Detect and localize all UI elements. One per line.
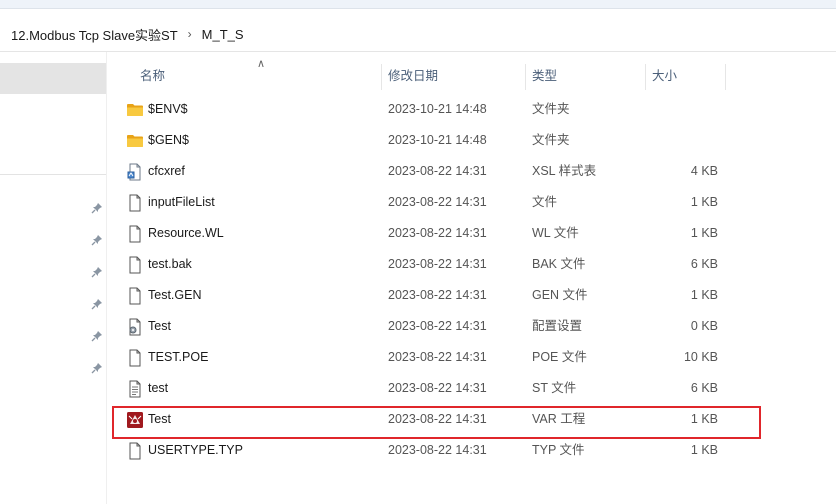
text-file-icon bbox=[126, 380, 144, 398]
highlight-box bbox=[112, 406, 761, 439]
file-row[interactable]: Test.GEN 2023-08-22 14:31 GEN 文件 1 KB bbox=[110, 280, 760, 311]
breadcrumb-separator[interactable]: › bbox=[188, 27, 192, 41]
column-header: ∧ 名称 修改日期 类型 大小 bbox=[110, 58, 836, 91]
file-row[interactable]: TEST.POE 2023-08-22 14:31 POE 文件 10 KB bbox=[110, 342, 760, 373]
file-icon bbox=[126, 442, 144, 460]
file-type: WL 文件 bbox=[532, 226, 579, 240]
file-date: 2023-08-22 14:31 bbox=[388, 381, 487, 395]
file-size: 1 KB bbox=[690, 226, 718, 240]
file-name: inputFileList bbox=[148, 195, 215, 209]
file-type: 文件 bbox=[532, 195, 558, 209]
file-name: Test bbox=[148, 319, 171, 333]
xsl-file-icon bbox=[126, 163, 144, 181]
file-date: 2023-08-22 14:31 bbox=[388, 226, 487, 240]
navigation-pane bbox=[0, 52, 107, 504]
file-size: 6 KB bbox=[690, 257, 718, 271]
pin-icon[interactable] bbox=[90, 233, 104, 247]
column-divider[interactable] bbox=[645, 64, 646, 90]
column-divider[interactable] bbox=[725, 64, 726, 90]
column-header-type[interactable]: 类型 bbox=[532, 61, 557, 91]
file-name: Resource.WL bbox=[148, 226, 224, 240]
folder-icon bbox=[126, 101, 144, 119]
file-type: XSL 样式表 bbox=[532, 164, 597, 178]
file-size: 4 KB bbox=[690, 164, 718, 178]
pin-icon[interactable] bbox=[90, 201, 104, 215]
file-row[interactable]: USERTYPE.TYP 2023-08-22 14:31 TYP 文件 1 K… bbox=[110, 435, 760, 466]
file-type: 文件夹 bbox=[532, 133, 570, 147]
pin-icon[interactable] bbox=[90, 329, 104, 343]
file-row[interactable]: Resource.WL 2023-08-22 14:31 WL 文件 1 KB bbox=[110, 218, 760, 249]
file-size: 1 KB bbox=[690, 288, 718, 302]
breadcrumb-item-current[interactable]: M_T_S bbox=[202, 27, 244, 42]
file-row[interactable]: $GEN$ 2023-10-21 14:48 文件夹 bbox=[110, 125, 760, 156]
window-top-strip bbox=[0, 0, 836, 9]
file-date: 2023-08-22 14:31 bbox=[388, 350, 487, 364]
file-row[interactable]: test.bak 2023-08-22 14:31 BAK 文件 6 KB bbox=[110, 249, 760, 280]
file-name: test.bak bbox=[148, 257, 192, 271]
file-date: 2023-08-22 14:31 bbox=[388, 319, 487, 333]
file-date: 2023-08-22 14:31 bbox=[388, 164, 487, 178]
pin-icon[interactable] bbox=[90, 361, 104, 375]
file-row[interactable]: test 2023-08-22 14:31 ST 文件 6 KB bbox=[110, 373, 760, 404]
file-icon bbox=[126, 349, 144, 367]
file-date: 2023-08-22 14:31 bbox=[388, 257, 487, 271]
settings-file-icon bbox=[126, 318, 144, 336]
file-date: 2023-08-22 14:31 bbox=[388, 288, 487, 302]
file-row[interactable]: Test 2023-08-22 14:31 配置设置 0 KB bbox=[110, 311, 760, 342]
file-size: 1 KB bbox=[690, 443, 718, 457]
column-divider[interactable] bbox=[381, 64, 382, 90]
file-row[interactable]: inputFileList 2023-08-22 14:31 文件 1 KB bbox=[110, 187, 760, 218]
file-icon bbox=[126, 194, 144, 212]
file-type: GEN 文件 bbox=[532, 288, 588, 302]
file-icon bbox=[126, 287, 144, 305]
pin-icon[interactable] bbox=[90, 297, 104, 311]
file-name: cfcxref bbox=[148, 164, 185, 178]
column-header-date[interactable]: 修改日期 bbox=[388, 61, 438, 91]
file-type: ST 文件 bbox=[532, 381, 577, 395]
sort-ascending-icon: ∧ bbox=[257, 58, 266, 70]
file-date: 2023-10-21 14:48 bbox=[388, 102, 487, 116]
file-type: BAK 文件 bbox=[532, 257, 586, 271]
file-type: 配置设置 bbox=[532, 319, 583, 333]
file-icon bbox=[126, 256, 144, 274]
file-name: TEST.POE bbox=[148, 350, 209, 364]
file-date: 2023-08-22 14:31 bbox=[388, 443, 487, 457]
file-size: 10 KB bbox=[683, 350, 718, 364]
column-divider[interactable] bbox=[525, 64, 526, 90]
file-type: POE 文件 bbox=[532, 350, 587, 364]
file-row[interactable]: cfcxref 2023-08-22 14:31 XSL 样式表 4 KB bbox=[110, 156, 760, 187]
breadcrumb: 12.Modbus Tcp Slave实验ST › M_T_S bbox=[0, 17, 836, 52]
file-size: 6 KB bbox=[690, 381, 718, 395]
file-icon bbox=[126, 225, 144, 243]
file-type: 文件夹 bbox=[532, 102, 570, 116]
folder-icon bbox=[126, 132, 144, 150]
file-name: $ENV$ bbox=[148, 102, 188, 116]
file-type: TYP 文件 bbox=[532, 443, 585, 457]
sidebar-selected-item[interactable] bbox=[0, 63, 106, 94]
pin-icon[interactable] bbox=[90, 265, 104, 279]
file-size: 0 KB bbox=[690, 319, 718, 333]
column-header-size[interactable]: 大小 bbox=[652, 61, 677, 91]
sidebar-divider bbox=[0, 174, 106, 175]
file-name: $GEN$ bbox=[148, 133, 189, 147]
file-row[interactable]: $ENV$ 2023-10-21 14:48 文件夹 bbox=[110, 94, 760, 125]
file-name: test bbox=[148, 381, 169, 395]
file-name: USERTYPE.TYP bbox=[148, 443, 243, 457]
file-date: 2023-08-22 14:31 bbox=[388, 195, 487, 209]
file-name: Test.GEN bbox=[148, 288, 202, 302]
file-date: 2023-10-21 14:48 bbox=[388, 133, 487, 147]
file-size: 1 KB bbox=[690, 195, 718, 209]
column-header-name[interactable]: 名称 bbox=[140, 61, 165, 91]
breadcrumb-item-parent[interactable]: 12.Modbus Tcp Slave实验ST bbox=[11, 25, 178, 44]
